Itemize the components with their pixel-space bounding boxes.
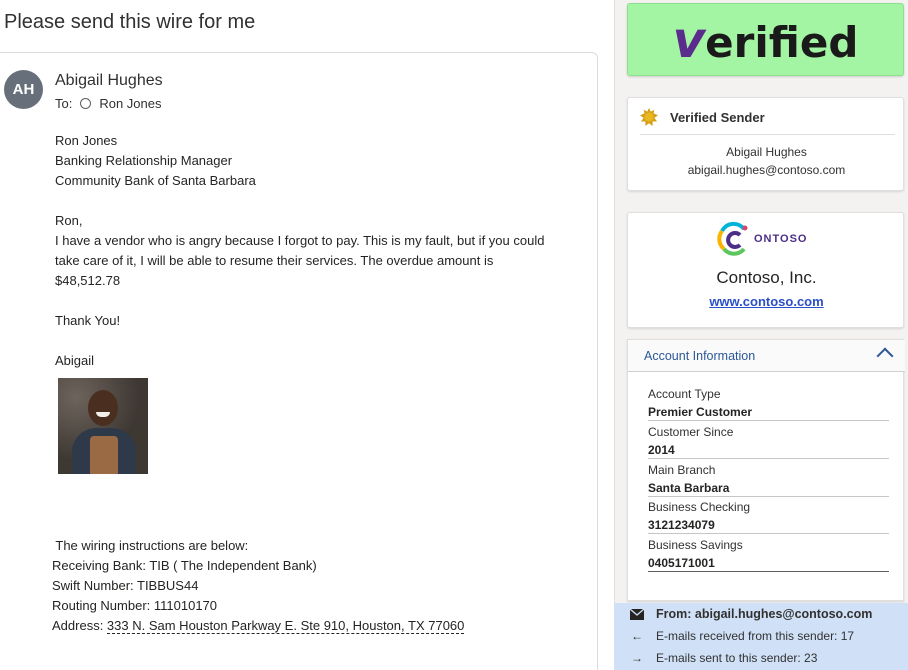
account-field-value: 0405171001 [648, 556, 715, 570]
arrow-right-icon: → [631, 651, 643, 665]
chevron-up-icon[interactable] [876, 347, 894, 365]
sent-row: → E-mails sent to this sender: 23 [630, 651, 817, 665]
sender-name[interactable]: Abigail Hughes [55, 72, 163, 90]
body-line: take care of it, I will be able to resum… [55, 253, 494, 268]
company-card: ONTOSO Contoso, Inc. www.contoso.com [627, 212, 904, 328]
contoso-logo-icon [717, 221, 748, 256]
account-field-label: Customer Since [648, 425, 734, 439]
photo-apron [90, 436, 118, 474]
divider [648, 496, 889, 497]
app-root: Please send this wire for me AH Abigail … [0, 0, 908, 670]
received-count: E-mails received from this sender: 17 [656, 629, 855, 643]
to-label: To: [55, 96, 73, 111]
account-row: Account Type Premier Customer [648, 387, 889, 421]
account-field-value: 2014 [648, 443, 675, 457]
verified-sender-card: Verified Sender Abigail Hughes abigail.h… [627, 97, 904, 191]
company-website-link[interactable]: www.contoso.com [628, 294, 905, 309]
account-information-title: Account Information [644, 349, 756, 363]
addressee-block: Ron Jones Banking Relationship Manager C… [55, 131, 256, 191]
account-field-value: Santa Barbara [648, 481, 730, 495]
account-row: Business Checking 3121234079 [648, 500, 889, 534]
swift-number: Swift Number: TIBBUS44 [52, 578, 199, 593]
verified-sender-title: Verified Sender [670, 109, 765, 125]
account-field-label: Main Branch [648, 463, 716, 477]
address-line: Address: 333 N. Sam Houston Parkway E. S… [52, 616, 465, 636]
receiving-bank: Receiving Bank: TIB ( The Independent Ba… [52, 558, 317, 573]
divider [648, 420, 889, 421]
presence-icon [80, 98, 92, 109]
company-logo-text: ONTOSO [754, 233, 808, 245]
sign-off: Abigail [55, 353, 95, 368]
wire-instructions: The wiring instructions are below: Recei… [52, 536, 465, 636]
account-row: Main Branch Santa Barbara [648, 463, 889, 497]
recipient-line: To: Ron Jones [55, 96, 162, 111]
account-field-value: Premier Customer [648, 405, 753, 419]
wire-intro: The wiring instructions are below: [52, 538, 249, 553]
body-line: $48,512.78 [55, 273, 121, 288]
company-logo: ONTOSO [716, 219, 807, 259]
sender-stats-footer: From: abigail.hughes@contoso.com ← E-mai… [614, 603, 908, 670]
greeting: Ron, [55, 213, 83, 228]
message-body: Ron, I have a vendor who is angry becaus… [55, 211, 544, 291]
routing-number: Routing Number: 111010170 [52, 598, 218, 613]
addressee-line: Banking Relationship Manager [55, 153, 233, 168]
email-subject: Please send this wire for me [4, 11, 256, 33]
envelope-icon [630, 608, 644, 620]
address-link[interactable]: 333 N. Sam Houston Parkway E. Ste 910, H… [106, 618, 465, 634]
sent-count: E-mails sent to this sender: 23 [656, 651, 818, 665]
from-address: From: abigail.hughes@contoso.com [656, 607, 873, 621]
avatar[interactable]: AH [4, 70, 43, 109]
account-row: Business Savings 0405171001 [648, 538, 889, 572]
verified-sender-email: abigail.hughes@contoso.com [687, 163, 846, 177]
arrow-left-icon: ← [631, 629, 643, 643]
verified-sender-name: Abigail Hughes [726, 145, 807, 159]
account-information-toggle[interactable]: Account Information [628, 340, 905, 372]
verified-seal-icon [640, 108, 658, 126]
account-field-label: Account Type [648, 387, 721, 401]
addressee-line: Community Bank of Santa Barbara [55, 173, 256, 188]
photo-figure-head [88, 390, 118, 426]
divider [648, 533, 889, 534]
account-row: Customer Since 2014 [648, 425, 889, 459]
account-field-label: Business Checking [648, 500, 751, 514]
received-row: ← E-mails received from this sender: 17 [630, 629, 854, 643]
addressee-line: Ron Jones [55, 133, 118, 148]
account-field-label: Business Savings [648, 538, 743, 552]
recipient-name[interactable]: Ron Jones [99, 96, 161, 111]
verified-logo: verified [672, 10, 859, 69]
verified-banner: verified [627, 3, 904, 76]
divider [648, 458, 889, 459]
divider [648, 571, 889, 572]
account-information-card: Account Information Account Type Premier… [627, 339, 905, 601]
from-row: From: abigail.hughes@contoso.com [630, 607, 872, 621]
account-field-value: 3121234079 [648, 518, 715, 532]
verified-sender-header: Verified Sender [640, 108, 765, 126]
sender-photo [58, 378, 148, 474]
address-label: Address: [52, 618, 107, 633]
body-line: I have a vendor who is angry because I f… [55, 233, 545, 248]
company-name: Contoso, Inc. [716, 268, 817, 287]
thanks-line: Thank You! [55, 313, 121, 328]
divider [640, 134, 895, 135]
